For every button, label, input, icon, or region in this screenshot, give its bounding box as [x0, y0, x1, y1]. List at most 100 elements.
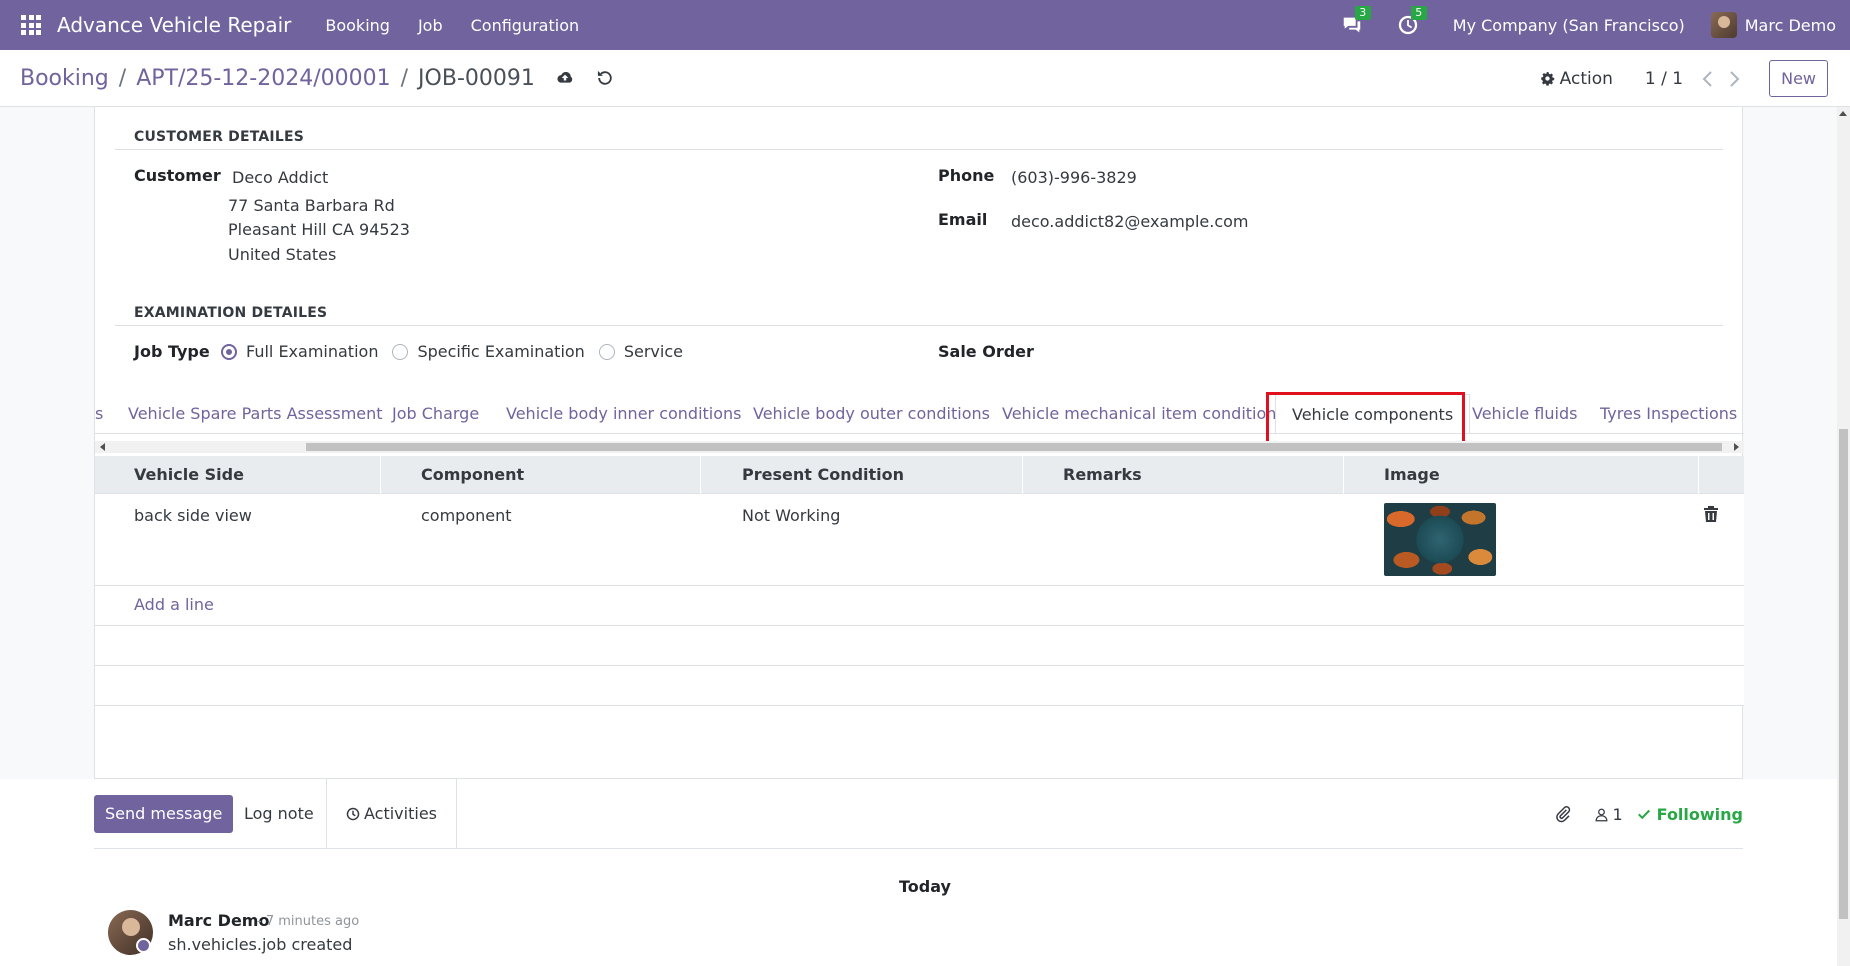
- column-header-vehicle-side[interactable]: Vehicle Side: [134, 456, 381, 494]
- discard-undo-icon[interactable]: [595, 68, 615, 88]
- tab-vehicle-body-inner-conditions[interactable]: Vehicle body inner conditions: [506, 394, 742, 433]
- cell-present-condition[interactable]: Not Working: [742, 506, 840, 525]
- control-panel-right: Action 1 / 1 New: [1540, 50, 1828, 107]
- apps-menu-icon[interactable]: [21, 15, 41, 35]
- action-label: Action: [1559, 68, 1613, 89]
- activities-clock-icon[interactable]: 5: [1397, 6, 1427, 36]
- gear-icon: [1540, 71, 1554, 86]
- top-navbar: Advance Vehicle Repair Booking Job Confi…: [0, 0, 1850, 50]
- tabs-horizontal-scrollbar[interactable]: [95, 441, 1744, 453]
- notebook-tabs: s Vehicle Spare Parts Assessment Job Cha…: [95, 394, 1744, 434]
- radio-unchecked-icon: [392, 343, 409, 360]
- followers-button[interactable]: 1: [1594, 804, 1623, 824]
- message-body: sh.vehicles.job created: [168, 935, 353, 954]
- page-vertical-scrollbar[interactable]: [1837, 107, 1850, 966]
- radio-unchecked-icon: [598, 343, 615, 360]
- message-time: - 7 minutes ago: [257, 914, 360, 929]
- delete-row-trash-icon[interactable]: [1704, 506, 1718, 522]
- clock-icon: [346, 807, 360, 821]
- tab-vehicle-components[interactable]: Vehicle components: [1275, 394, 1471, 433]
- column-header-component[interactable]: Component: [421, 456, 701, 494]
- radio-label: Specific Examination: [417, 342, 585, 361]
- radio-checked-icon: [221, 343, 237, 360]
- add-a-line-link[interactable]: Add a line: [134, 595, 214, 614]
- scrollbar-thumb[interactable]: [1839, 429, 1848, 919]
- customer-label: Customer: [134, 166, 221, 185]
- navbar-systray: 3 5 My Company (San Francisco) Marc Demo: [1341, 0, 1836, 50]
- add-line-row: Add a line: [95, 586, 1744, 626]
- cell-image-thumbnail[interactable]: [1384, 503, 1496, 576]
- examination-section-title: EXAMINATION DETAILES: [134, 305, 328, 321]
- pager-next-icon[interactable]: [1727, 70, 1741, 88]
- tab-vehicle-fluids[interactable]: Vehicle fluids: [1472, 394, 1577, 433]
- chatter-topbar: Send message Log note Activities 1 Follo…: [94, 779, 1743, 849]
- table-header: Vehicle Side Component Present Condition…: [95, 456, 1744, 494]
- job-type-label: Job Type: [134, 342, 210, 361]
- breadcrumb-current: JOB-00091: [418, 65, 535, 91]
- scroll-right-icon[interactable]: [1734, 443, 1739, 451]
- breadcrumb-separator: /: [400, 65, 409, 91]
- tab-job-charge[interactable]: Job Charge: [392, 394, 479, 433]
- tab-vehicle-body-outer-conditions[interactable]: Vehicle body outer conditions: [753, 394, 990, 433]
- column-header-remarks[interactable]: Remarks: [1063, 456, 1344, 494]
- email-label: Email: [938, 210, 988, 229]
- job-type-radio-group: Full Examination Specific Examination Se…: [221, 342, 697, 361]
- activities-badge: 5: [1410, 6, 1427, 20]
- email-value[interactable]: deco.addict82@example.com: [1011, 212, 1249, 231]
- empty-row: [95, 666, 1744, 706]
- pager-value[interactable]: 1 / 1: [1645, 69, 1683, 89]
- new-button[interactable]: New: [1769, 60, 1828, 97]
- user-menu[interactable]: Marc Demo: [1745, 16, 1836, 35]
- log-note-button[interactable]: Log note: [244, 795, 314, 833]
- radio-label: Full Examination: [246, 342, 379, 361]
- cell-vehicle-side[interactable]: back side view: [134, 506, 252, 525]
- table-row[interactable]: back side view component Not Working: [95, 494, 1744, 586]
- customer-section-title: CUSTOMER DETAILES: [134, 129, 304, 145]
- cell-component[interactable]: component: [421, 506, 512, 525]
- message-author[interactable]: Marc Demo: [168, 911, 269, 930]
- breadcrumb-appointment[interactable]: APT/25-12-2024/00001: [136, 66, 390, 91]
- messages-badge: 3: [1354, 6, 1371, 20]
- column-header-image[interactable]: Image: [1384, 456, 1699, 494]
- activities-label: Activities: [364, 804, 437, 823]
- following-label: Following: [1656, 804, 1743, 824]
- tab-tyres-inspections[interactable]: Tyres Inspections: [1600, 394, 1737, 433]
- pager-prev-icon[interactable]: [1701, 70, 1715, 88]
- menu-item-booking[interactable]: Booking: [311, 16, 404, 35]
- scrollbar-thumb[interactable]: [306, 443, 1722, 451]
- breadcrumb-booking[interactable]: Booking: [20, 66, 109, 91]
- menu-item-configuration[interactable]: Configuration: [457, 16, 594, 35]
- column-header-present-condition[interactable]: Present Condition: [742, 456, 1023, 494]
- tab-truncated[interactable]: s: [95, 394, 103, 433]
- customer-name-link[interactable]: Deco Addict: [232, 168, 328, 187]
- save-cloud-icon[interactable]: [555, 68, 575, 88]
- tab-vehicle-mechanical-item-conditions[interactable]: Vehicle mechanical item conditions: [1002, 394, 1285, 433]
- check-icon: [1637, 809, 1650, 820]
- tab-vehicle-spare-parts-assessment[interactable]: Vehicle Spare Parts Assessment: [128, 394, 383, 433]
- following-toggle[interactable]: Following: [1637, 805, 1743, 824]
- customer-address-line3: United States: [228, 245, 337, 264]
- job-type-service[interactable]: Service: [598, 342, 683, 361]
- followers-count: 1: [1612, 804, 1623, 824]
- company-switcher[interactable]: My Company (San Francisco): [1453, 16, 1685, 35]
- chatter-right-actions: 1 Following: [1554, 795, 1743, 833]
- section-divider: [115, 325, 1723, 326]
- menu-item-job[interactable]: Job: [404, 16, 457, 35]
- job-type-specific-examination[interactable]: Specific Examination: [392, 342, 585, 361]
- activities-button[interactable]: Activities: [326, 779, 457, 849]
- empty-row: [95, 626, 1744, 666]
- chatter: Send message Log note Activities 1 Follo…: [0, 779, 1850, 966]
- online-status-icon: [136, 938, 151, 953]
- app-brand[interactable]: Advance Vehicle Repair: [57, 13, 291, 37]
- scroll-up-icon[interactable]: [1839, 111, 1847, 116]
- job-type-full-examination[interactable]: Full Examination: [221, 342, 378, 361]
- sale-order-label: Sale Order: [938, 342, 1034, 361]
- date-separator: Today: [899, 877, 951, 896]
- action-menu-button[interactable]: Action: [1540, 69, 1613, 89]
- scroll-left-icon[interactable]: [100, 443, 105, 451]
- phone-value[interactable]: (603)-996-3829: [1011, 168, 1137, 187]
- send-message-button[interactable]: Send message: [94, 795, 234, 833]
- attachment-paperclip-icon[interactable]: [1554, 805, 1572, 823]
- user-avatar[interactable]: [1710, 12, 1737, 38]
- messages-icon[interactable]: 3: [1341, 6, 1371, 36]
